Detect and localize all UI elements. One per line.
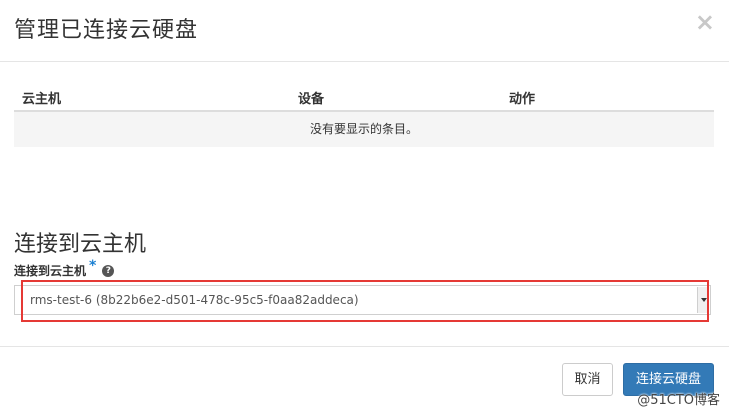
instance-field-label: 连接到云主机 * ? [14,258,115,279]
watermark-text: @51CTO博客 [637,393,720,408]
chevron-down-icon[interactable] [697,287,709,313]
cancel-button[interactable]: 取消 [562,363,613,396]
empty-table-message: 没有要显示的条目。 [14,112,714,147]
attachments-table: 云主机 设备 动作 没有要显示的条目。 [14,80,714,147]
dialog-header: 管理已连接云硬盘 × [0,0,729,62]
instance-select-value: rms-test-6 (8b22b6e2-d501-478c-95c5-f0aa… [30,293,359,307]
table-header: 云主机 设备 动作 [14,80,714,112]
attach-section-title: 连接到云主机 [14,232,147,257]
help-icon[interactable]: ? [102,264,115,277]
instance-select[interactable]: rms-test-6 (8b22b6e2-d501-478c-95c5-f0aa… [14,285,711,315]
required-marker: * [89,257,97,274]
column-header-device[interactable]: 设备 [298,88,324,107]
dialog-footer: 取消 连接云硬盘 [0,346,729,414]
instance-field-label-text: 连接到云主机 [14,264,87,278]
manage-attachments-dialog: 管理已连接云硬盘 × 云主机 设备 动作 没有要显示的条目。 连接到云主机 连接… [0,0,729,414]
column-header-actions: 动作 [509,92,536,107]
column-header-instance[interactable]: 云主机 [22,88,61,107]
dialog-title: 管理已连接云硬盘 [14,18,199,43]
close-icon[interactable]: × [695,8,715,36]
